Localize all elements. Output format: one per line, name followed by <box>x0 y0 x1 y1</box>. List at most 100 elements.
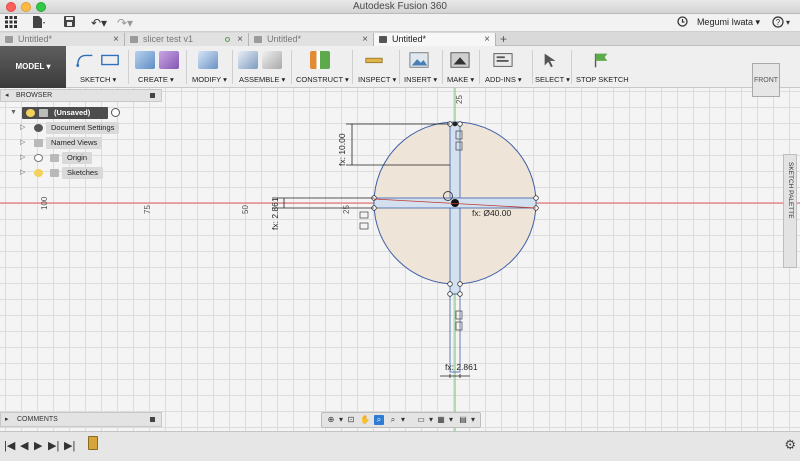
close-tab-icon[interactable]: × <box>484 33 490 46</box>
display-settings-icon[interactable]: ▭ <box>416 415 426 425</box>
dimension-top-text[interactable]: fx: 10.00 <box>337 133 347 166</box>
construct-menu-label: CONSTRUCT ▾ <box>296 75 349 84</box>
view-cube[interactable]: FRONT <box>752 63 780 97</box>
press-pull-icon <box>198 51 218 69</box>
play-icon[interactable]: ▶ <box>34 439 42 452</box>
modify-group[interactable]: MODIFY ▾ <box>190 46 230 88</box>
zoom-dropdown-icon[interactable]: ▾ <box>398 415 408 425</box>
dimension-left-text[interactable]: fx: 2.861 <box>270 197 280 230</box>
grid-snaps-icon[interactable]: ▦ <box>436 415 446 425</box>
grid-dropdown-icon[interactable]: ▾ <box>446 415 456 425</box>
workspace-switcher-button[interactable]: MODEL ▾ <box>0 46 66 88</box>
viewports-dropdown-icon[interactable]: ▾ <box>468 415 478 425</box>
data-panel-grid-icon[interactable] <box>4 16 18 30</box>
browser-node-origin[interactable]: ▷ Origin <box>20 152 130 164</box>
sketch-group[interactable]: SKETCH ▾ <box>72 46 126 88</box>
pin-panel-icon[interactable] <box>150 93 155 98</box>
browser-panel: ◂ BROWSER ▼ (Unsaved) ▷ Document Setting… <box>0 88 162 186</box>
file-menu-icon[interactable] <box>31 16 47 30</box>
go-to-end-icon[interactable]: ▶| <box>64 439 75 452</box>
toolbar-divider <box>186 50 187 84</box>
look-at-icon[interactable]: ⊡ <box>346 415 356 425</box>
close-tab-icon[interactable]: × <box>113 33 119 46</box>
viewports-icon[interactable]: ▤ <box>458 415 468 425</box>
undo-icon[interactable]: ↶▾ <box>88 16 110 30</box>
main-toolbar: MODEL ▾ SKETCH ▾ CREATE ▾ MODIFY ▾ ASSEM… <box>0 46 800 88</box>
expand-arrow-icon[interactable]: ▷ <box>20 122 25 134</box>
step-back-icon[interactable]: ◀ <box>20 439 28 452</box>
modify-menu-label: MODIFY ▾ <box>192 75 227 84</box>
redo-icon[interactable]: ↷▾ <box>114 16 136 30</box>
app-bar: ↶▾ ↷▾ Megumi Iwata ▾ ? ▾ <box>0 14 800 32</box>
go-to-start-icon[interactable]: |◀ <box>4 439 15 452</box>
orbit-icon[interactable]: ⊕ <box>326 415 336 425</box>
design-file-icon <box>5 36 13 43</box>
user-name: Megumi Iwata <box>696 17 753 27</box>
joint-icon <box>262 51 282 69</box>
browser-header[interactable]: ◂ BROWSER <box>0 89 162 102</box>
create-group[interactable]: CREATE ▾ <box>132 46 184 88</box>
tab-label: Untitled* <box>392 34 427 44</box>
display-dropdown-icon[interactable]: ▾ <box>426 415 436 425</box>
expand-arrow-icon[interactable]: ▸ <box>5 413 9 426</box>
visibility-bulb-icon[interactable] <box>26 109 35 117</box>
browser-node-sketches[interactable]: ▷ Sketches <box>20 167 130 179</box>
scripts-add-ins-icon <box>493 53 513 67</box>
browser-root-node[interactable]: ▼ (Unsaved) <box>10 107 120 119</box>
add-ins-group[interactable]: ADD-INS ▾ <box>482 46 530 88</box>
sketch-canvas[interactable]: 100 75 50 25 25 fx: 10.00 fx: 2.861 fx: … <box>0 63 800 431</box>
assemble-group[interactable]: ASSEMBLE ▾ <box>236 46 288 88</box>
activate-radio-icon[interactable] <box>111 108 120 117</box>
inspect-group[interactable]: INSPECT ▾ <box>355 46 397 88</box>
sketch-palette-tab[interactable]: SKETCH PALETTE <box>783 154 797 268</box>
vertical-slot[interactable] <box>449 123 461 295</box>
make-group[interactable]: MAKE ▾ <box>445 46 477 88</box>
select-menu-label: SELECT ▾ <box>535 75 570 84</box>
pin-panel-icon[interactable] <box>150 417 155 422</box>
collapse-arrow-icon[interactable]: ◂ <box>5 90 9 101</box>
assemble-menu-label: ASSEMBLE ▾ <box>239 75 286 84</box>
create-form-icon <box>159 51 179 69</box>
help-dropdown-icon[interactable]: ▾ <box>784 16 792 30</box>
orbit-dropdown-icon[interactable]: ▾ <box>336 415 346 425</box>
user-menu[interactable]: Megumi Iwata ▾ <box>697 17 760 28</box>
gear-icon <box>34 124 43 132</box>
select-group[interactable]: SELECT ▾ <box>535 46 570 88</box>
browser-node-document-settings[interactable]: ▷ Document Settings <box>20 122 130 134</box>
toolbar-divider <box>352 50 353 84</box>
tab-untitled-active[interactable]: Untitled* × <box>374 33 496 46</box>
new-tab-button[interactable]: + <box>500 32 507 46</box>
timeline-bar: |◀ ◀ ▶ ▶| ▶| ⚙ <box>0 431 800 461</box>
expand-arrow-icon[interactable]: ▷ <box>20 137 25 149</box>
tab-untitled-1[interactable]: Untitled* × <box>0 33 125 46</box>
construct-group[interactable]: CONSTRUCT ▾ <box>295 46 349 88</box>
step-forward-icon[interactable]: ▶| <box>48 439 59 452</box>
visibility-bulb-icon[interactable] <box>34 169 43 177</box>
expand-arrow-icon[interactable]: ▷ <box>20 152 25 164</box>
pan-hand-icon[interactable]: ✋ <box>360 415 370 425</box>
tab-label: Untitled* <box>267 34 302 44</box>
timeline-sketch-feature[interactable] <box>88 436 98 450</box>
insert-image-icon <box>409 52 429 68</box>
fit-zoom-icon[interactable]: ⌕ <box>388 415 398 425</box>
save-icon[interactable] <box>62 16 76 30</box>
close-tab-icon[interactable]: × <box>237 33 243 46</box>
comments-panel[interactable]: ▸ COMMENTS <box>0 412 162 427</box>
folder-icon <box>50 169 59 177</box>
visibility-bulb-off-icon[interactable] <box>34 154 43 162</box>
expand-arrow-icon[interactable]: ▷ <box>20 167 25 179</box>
insert-group[interactable]: INSERT ▾ <box>402 46 440 88</box>
stop-sketch-button[interactable]: STOP SKETCH <box>574 46 629 88</box>
dimension-diameter-text[interactable]: fx: Ø40.00 <box>472 208 511 218</box>
timeline-settings-gear-icon[interactable]: ⚙ <box>784 437 796 453</box>
line-arc-icon <box>76 54 93 67</box>
expand-arrow-icon[interactable]: ▼ <box>10 107 17 119</box>
help-icon[interactable]: ? <box>772 16 784 30</box>
close-tab-icon[interactable]: × <box>362 33 368 46</box>
tab-slicer-test[interactable]: slicer test v1 × <box>125 33 249 46</box>
job-status-clock-icon[interactable] <box>676 16 688 30</box>
zoom-icon[interactable]: ⌕ <box>374 415 384 425</box>
browser-node-named-views[interactable]: ▷ Named Views <box>20 137 130 149</box>
tab-untitled-2[interactable]: Untitled* × <box>249 33 374 46</box>
dimension-bottom-text[interactable]: fx: 2.861 <box>445 362 478 372</box>
